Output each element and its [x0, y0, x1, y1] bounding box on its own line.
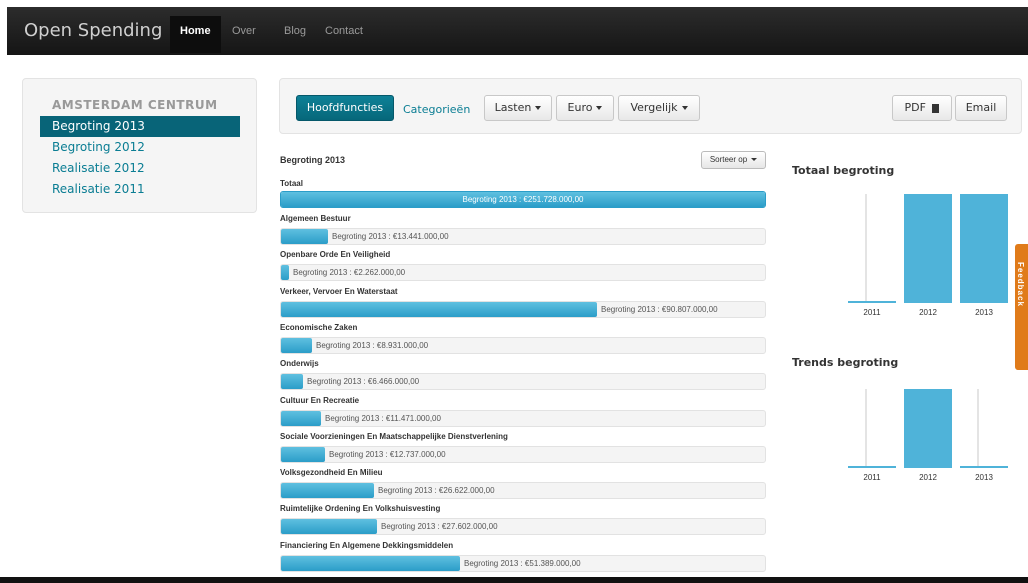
lasten-dropdown[interactable]: Lasten [484, 95, 552, 121]
sidebar-header: AMSTERDAM CENTRUM [52, 98, 218, 112]
budget-row-label: Sociale Voorzieningen En Maatschappelijk… [280, 432, 508, 441]
nav-contact[interactable]: Contact [325, 25, 363, 37]
budget-row-label: Openbare Orde En Veiligheid [280, 250, 391, 259]
budget-row-bar-text: Begroting 2013 : €2.262.000,00 [293, 268, 406, 277]
budget-row-label: Onderwijs [280, 359, 319, 368]
budget-row-label: Economische Zaken [280, 323, 358, 332]
budget-row-bar-fill [281, 302, 597, 317]
brand-logo[interactable]: Open Spending [24, 20, 162, 41]
hoofdfuncties-button[interactable]: Hoofdfuncties [296, 95, 394, 121]
caret-down-icon [596, 106, 603, 110]
lasten-label: Lasten [494, 101, 532, 114]
total-label: Totaal [280, 179, 303, 188]
chart-tick-label: 2011 [863, 308, 881, 317]
caret-down-icon [535, 106, 542, 110]
caret-down-icon [751, 158, 758, 162]
chart-tick-label: 2012 [919, 308, 937, 317]
budget-row-label: Algemeen Bestuur [280, 214, 351, 223]
feedback-tab[interactable]: Feedback [1015, 244, 1028, 370]
toolbar: Hoofdfuncties Categorieën Lasten Euro Ve… [279, 78, 1022, 134]
budget-row-bar[interactable]: Begroting 2013 : €11.471.000,00 [280, 410, 766, 427]
trends-chart-title: Trends begroting [792, 356, 899, 369]
vergelijk-dropdown[interactable]: Vergelijk [618, 95, 700, 121]
chart-bar-2013 [960, 194, 1008, 302]
sidebar-item-realisatie-2012[interactable]: Realisatie 2012 [40, 158, 240, 179]
budget-row-label: Ruimtelijke Ordening En Volkshuisvesting [280, 504, 441, 513]
budget-row-label: Financiering En Algemene Dekkingsmiddele… [280, 541, 454, 550]
budget-row-bar-fill [281, 411, 321, 426]
budget-row-bar-fill [281, 556, 460, 571]
budget-row-bar[interactable]: Begroting 2013 : €13.441.000,00 [280, 228, 766, 245]
euro-label: Euro [567, 101, 593, 114]
sidebar-item-begroting-2013[interactable]: Begroting 2013 [40, 116, 240, 137]
sort-dropdown[interactable]: Sorteer op [701, 151, 766, 169]
total-bar-text: Begroting 2013 : €251.728.000,00 [462, 195, 584, 204]
budget-row-bar-fill [281, 447, 325, 462]
chart-tick-label: 2013 [975, 473, 993, 482]
chart-tick-label: 2011 [863, 473, 881, 482]
budget-row-bar[interactable]: Begroting 2013 : €26.622.000,00 [280, 482, 766, 499]
budget-row-bar-text: Begroting 2013 : €11.471.000,00 [325, 414, 441, 423]
categorieen-link[interactable]: Categorieën [403, 103, 470, 116]
vergelijk-label: Vergelijk [630, 101, 678, 114]
budget-row-bar-fill [281, 229, 328, 244]
budget-row-bar[interactable]: Begroting 2013 : €90.807.000,00 [280, 301, 766, 318]
email-button[interactable]: Email [955, 95, 1007, 121]
budget-row-bar-fill [281, 374, 303, 389]
bottom-bar [0, 577, 1028, 583]
budget-row-bar-text: Begroting 2013 : €8.931.000,00 [316, 341, 429, 350]
total-bar[interactable]: Begroting 2013 : €251.728.000,00 [280, 191, 766, 208]
nav-home[interactable]: Home [170, 16, 221, 53]
sidebar: AMSTERDAM CENTRUM Begroting 2013 Begroti… [22, 78, 257, 213]
nav-blog[interactable]: Blog [284, 25, 306, 37]
budget-row-bar-text: Begroting 2013 : €13.441.000,00 [332, 232, 449, 241]
sort-label: Sorteer op [709, 155, 748, 164]
caret-down-icon [681, 106, 688, 110]
document-icon [932, 103, 940, 113]
budget-row-bar-text: Begroting 2013 : €27.602.000,00 [381, 522, 498, 531]
nav-over[interactable]: Over [232, 25, 256, 37]
totaal-chart: 2011 2012 2013 [848, 194, 1008, 317]
sidebar-item-realisatie-2011[interactable]: Realisatie 2011 [40, 179, 240, 200]
budget-row-bar-fill [281, 519, 377, 534]
budget-row-bar[interactable]: Begroting 2013 : €27.602.000,00 [280, 518, 766, 535]
budget-row-bar[interactable]: Begroting 2013 : €12.737.000,00 [280, 446, 766, 463]
budget-row-bar-text: Begroting 2013 : €6.466.000,00 [307, 377, 420, 386]
budget-row-bar-fill [281, 483, 374, 498]
euro-dropdown[interactable]: Euro [556, 95, 614, 121]
budget-row-bar[interactable]: Begroting 2013 : €51.389.000,00 [280, 555, 766, 572]
budget-row-bar-text: Begroting 2013 : €12.737.000,00 [329, 450, 446, 459]
budget-row-label: Cultuur En Recreatie [280, 396, 360, 405]
budget-row-bar-fill [281, 338, 312, 353]
budget-row-bar-text: Begroting 2013 : €26.622.000,00 [378, 486, 495, 495]
budget-row-bar[interactable]: Begroting 2013 : €6.466.000,00 [280, 373, 766, 390]
budget-row-bar-text: Begroting 2013 : €51.389.000,00 [464, 559, 581, 568]
feedback-label: Feedback [1016, 262, 1025, 307]
chart-bar-2012 [904, 389, 952, 467]
budget-row-bar[interactable]: Begroting 2013 : €2.262.000,00 [280, 264, 766, 281]
budget-row-bar[interactable]: Begroting 2013 : €8.931.000,00 [280, 337, 766, 354]
budget-row-bar-fill [281, 265, 289, 280]
budget-row-bar-text: Begroting 2013 : €90.807.000,00 [601, 305, 718, 314]
pdf-button[interactable]: PDF [892, 95, 952, 121]
budget-row-label: Verkeer, Vervoer En Waterstaat [280, 287, 398, 296]
budget-row-label: Volksgezondheid En Milieu [280, 468, 383, 477]
chart-tick-label: 2013 [975, 308, 993, 317]
totaal-chart-title: Totaal begroting [792, 164, 895, 177]
section-title: Begroting 2013 [280, 155, 346, 165]
navbar: Open Spending Home Over Blog Contact [7, 7, 1028, 55]
pdf-label: PDF [904, 101, 926, 114]
chart-tick-label: 2012 [919, 473, 937, 482]
sidebar-item-begroting-2012[interactable]: Begroting 2012 [40, 137, 240, 158]
chart-bar-2012 [904, 194, 952, 302]
trends-chart: 2011 2012 2013 [848, 389, 1008, 482]
